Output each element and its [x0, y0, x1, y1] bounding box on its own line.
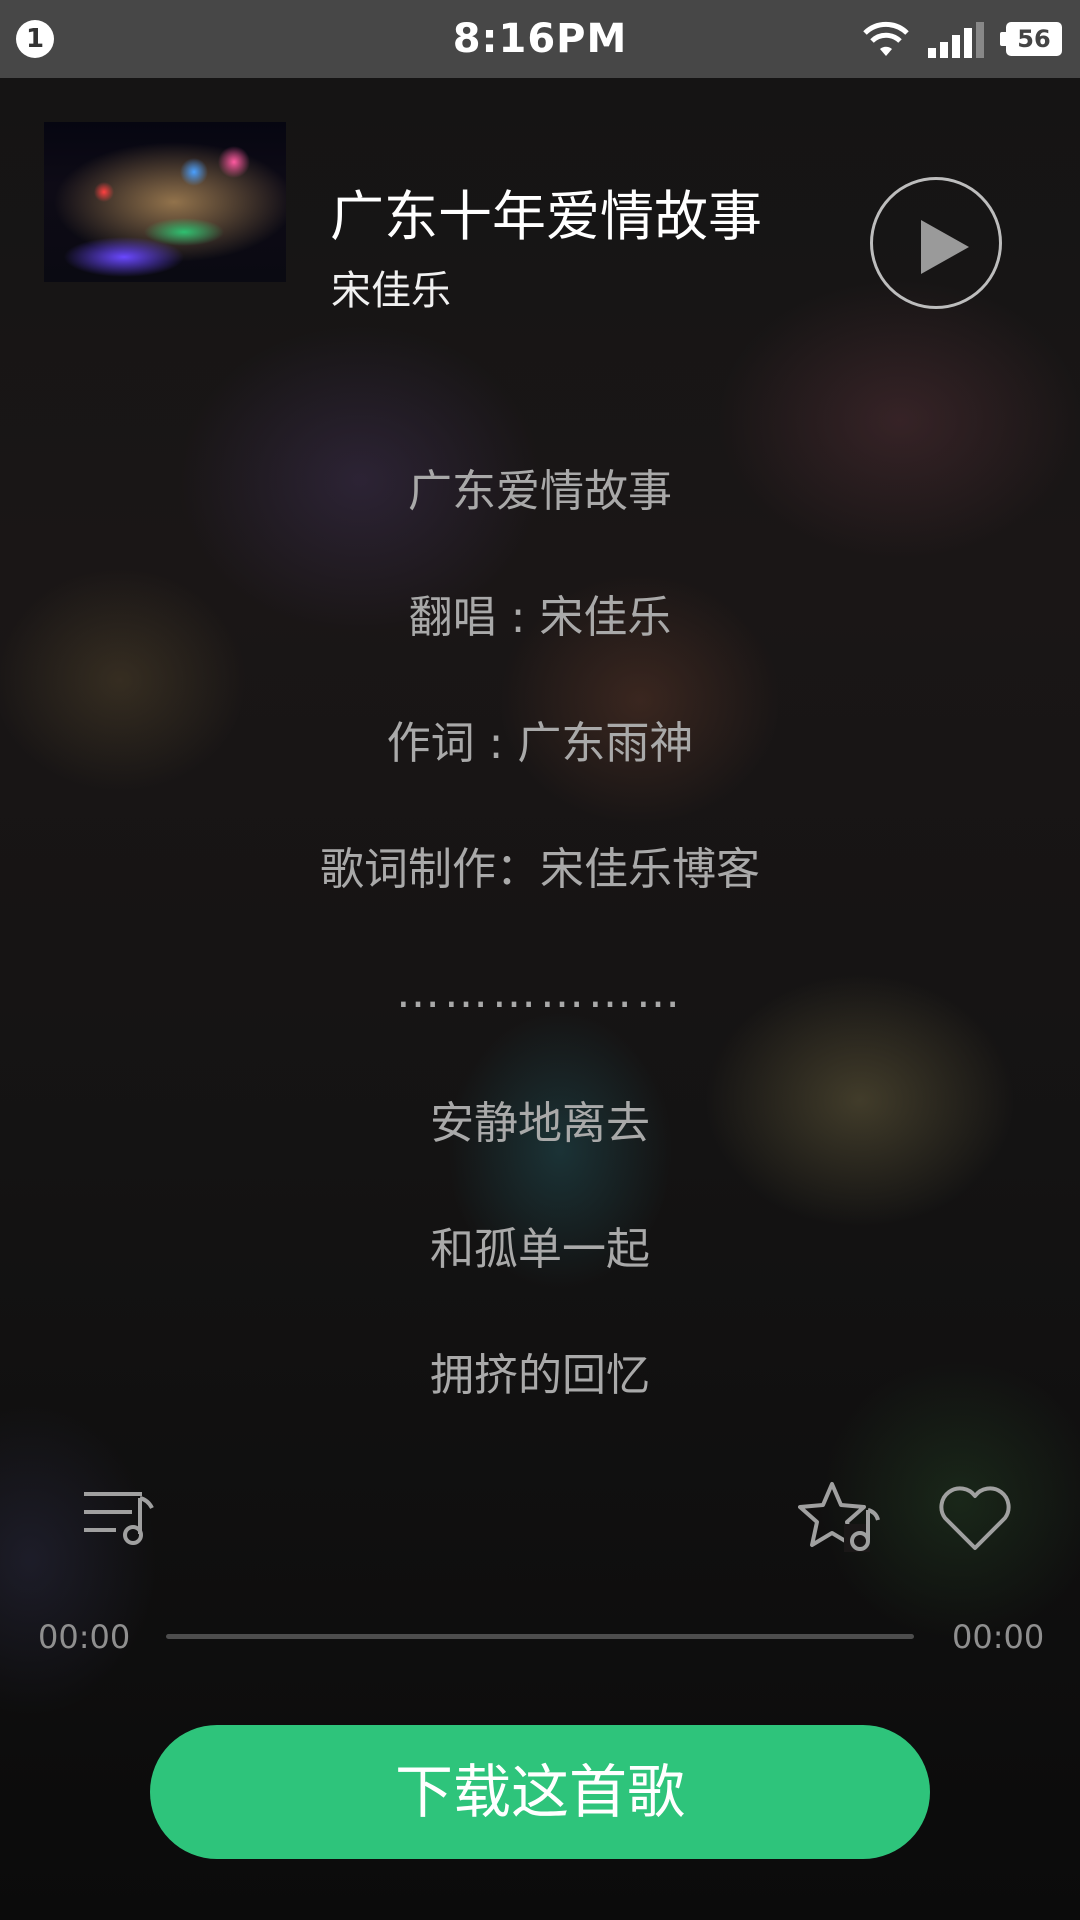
download-button[interactable]: 下载这首歌 — [150, 1725, 930, 1859]
artist-name: 宋佳乐 — [331, 268, 451, 314]
lyric-line: 和孤单一起 — [430, 1224, 650, 1275]
lyric-line: 安静地离去 — [430, 1098, 650, 1149]
lyric-line: 拥挤的回忆 — [430, 1350, 650, 1401]
playlist-icon[interactable] — [82, 1488, 158, 1546]
player-screen: 1 8:16PM 56 广东十年爱情故事 宋佳乐 广东爱情故事 翻唱 : 宋佳乐 — [0, 0, 1080, 1920]
status-time: 8:16PM — [452, 16, 628, 62]
lyric-line: 翻唱 : 宋佳乐 — [408, 592, 672, 643]
wifi-icon — [863, 21, 909, 56]
lyric-line: ……………… — [396, 967, 684, 1018]
lyric-line: 歌词制作：宋佳乐博客 — [320, 844, 760, 895]
heart-icon[interactable] — [937, 1484, 1013, 1552]
song-title: 广东十年爱情故事 — [330, 185, 762, 248]
star-music-icon[interactable] — [798, 1480, 880, 1552]
signal-icon — [928, 22, 984, 58]
lyric-line: 广东爱情故事 — [408, 466, 672, 517]
lyric-line: 作词 : 广东雨神 — [386, 718, 694, 769]
elapsed-time: 00:00 — [38, 1618, 131, 1656]
play-button[interactable] — [870, 177, 1002, 309]
progress-bar[interactable] — [166, 1634, 914, 1639]
status-bar: 1 8:16PM 56 — [0, 0, 1080, 78]
battery-level: 56 — [1006, 22, 1062, 56]
total-time: 00:00 — [952, 1618, 1045, 1656]
play-icon — [921, 220, 969, 274]
album-art[interactable] — [44, 122, 286, 282]
battery-icon: 56 — [1000, 22, 1062, 56]
